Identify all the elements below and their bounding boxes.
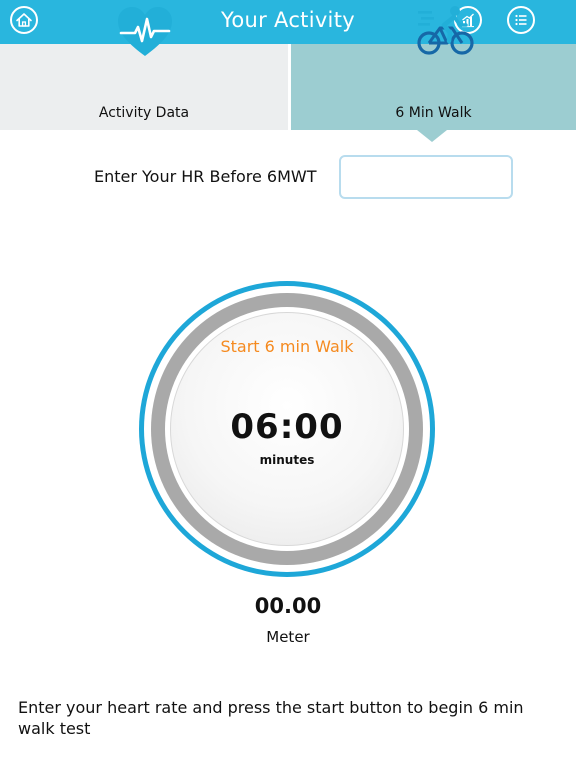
- start-walk-label[interactable]: Start 6 min Walk: [139, 337, 435, 356]
- walk-timer-dial: Start 6 min Walk 06:00 minutes: [139, 281, 435, 577]
- hr-input[interactable]: [339, 155, 513, 199]
- hr-input-label: Enter Your HR Before 6MWT: [94, 167, 317, 186]
- app-header: Your Activity: [0, 0, 576, 44]
- distance-unit: Meter: [266, 628, 310, 646]
- tab-6-min-walk-label: 6 Min Walk: [395, 105, 472, 121]
- cycling-icon: [417, 6, 474, 55]
- distance-value: 00.00: [254, 594, 322, 618]
- timer-unit: minutes: [259, 453, 315, 467]
- menu-button[interactable]: [507, 6, 535, 34]
- timer-display: 06:00: [230, 407, 344, 447]
- heart-pulse-icon: [118, 7, 172, 56]
- tab-activity-data-label: Activity Data: [98, 105, 190, 121]
- selected-tab-pointer: [417, 130, 447, 142]
- page-title: Your Activity: [221, 8, 355, 32]
- instructions-text: Enter your heart rate and press the star…: [18, 698, 524, 738]
- list-menu-icon: [515, 14, 527, 26]
